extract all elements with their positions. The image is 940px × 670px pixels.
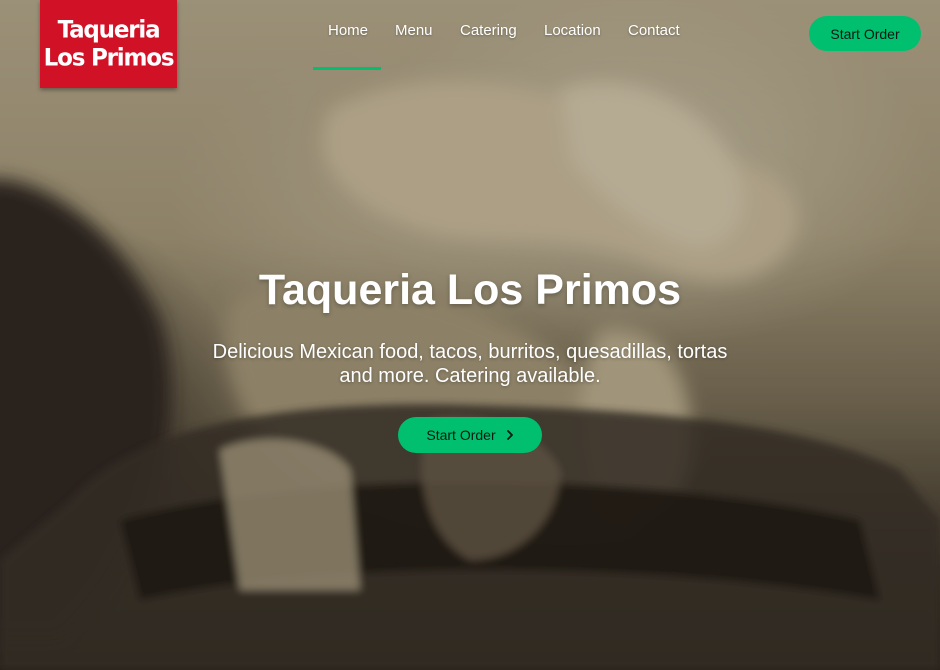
hero-subtitle: Delicious Mexican food, tacos, burritos,… bbox=[212, 341, 728, 387]
hero-title: Taqueria Los Primos bbox=[258, 266, 682, 314]
chevron-right-icon bbox=[506, 430, 513, 440]
nav-item-catering[interactable]: Catering bbox=[460, 22, 517, 39]
hero-overlay bbox=[0, 0, 940, 670]
nav-item-location[interactable]: Location bbox=[544, 22, 601, 39]
hero-start-order-label: Start Order bbox=[426, 427, 496, 443]
logo-line-2: Los Primos bbox=[43, 44, 175, 72]
hero-section bbox=[0, 0, 940, 670]
main-nav: Home Menu Catering Location Contact bbox=[0, 22, 940, 46]
nav-item-home[interactable]: Home bbox=[328, 22, 368, 39]
header-start-order-button[interactable]: Start Order bbox=[809, 16, 921, 51]
nav-item-menu[interactable]: Menu bbox=[395, 22, 433, 39]
header-start-order-label: Start Order bbox=[830, 25, 900, 42]
nav-active-indicator bbox=[313, 67, 381, 70]
nav-item-contact[interactable]: Contact bbox=[628, 22, 680, 39]
hero-start-order-button[interactable]: Start Order bbox=[398, 417, 542, 453]
